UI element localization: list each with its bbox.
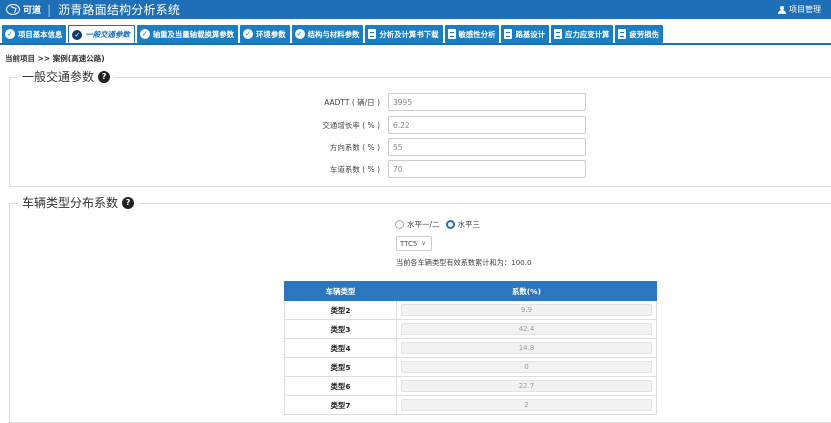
coefficient-input[interactable]: 42.4 [401, 323, 652, 335]
tab-label: 敏感性分析 [458, 29, 496, 39]
document-icon [618, 29, 627, 39]
document-icon [554, 29, 563, 39]
section-title-text: 车辆类型分布系数 [22, 196, 119, 210]
coefficient-input[interactable]: 14.8 [401, 342, 652, 354]
app-logo: 可道 [6, 3, 41, 16]
coefficient-cell: 22.7 [396, 376, 657, 396]
table-row: 类型3 42.4 [284, 319, 657, 339]
direction-factor-row: 方向系数 ( % ) [288, 138, 586, 156]
tab-label: 应力应变计算 [565, 29, 610, 39]
lane-factor-row: 车道系数 ( % ) [288, 160, 586, 178]
table-row: 类型7 2 [284, 395, 657, 415]
tab-sensitivity[interactable]: 敏感性分析 [444, 25, 500, 43]
table-row: 类型4 14.8 [284, 338, 657, 358]
coefficient-sum-text: 当前各车辆类型有效系数累计和为：100.0 [396, 258, 532, 267]
table-row: 类型2 9.9 [284, 300, 657, 320]
coefficient-input[interactable]: 0 [401, 361, 652, 373]
tab-subgrade[interactable]: 路基设计 [501, 25, 550, 43]
vehicle-type-cell: 类型4 [284, 338, 397, 358]
logo-mark-icon [6, 4, 20, 15]
vehicle-type-cell: 类型6 [284, 376, 397, 396]
document-icon [368, 29, 377, 39]
document-icon [504, 29, 513, 39]
vehicle-type-table: 车辆类型 系数(%) 类型2 9.9 类型3 42.4 类型4 14.8 类型5… [284, 281, 657, 415]
help-icon[interactable]: ? [98, 70, 111, 83]
tab-label: 结构与材料参数 [307, 29, 360, 39]
coefficient-cell: 14.8 [396, 338, 657, 358]
check-circle-icon: ✓ [139, 29, 150, 39]
check-circle-icon: ✓ [294, 29, 305, 39]
breadcrumb: 当前项目 >> 案例(高速公路) [5, 54, 105, 63]
section-title: 一般交通参数 ? [18, 68, 115, 85]
document-icon [447, 29, 456, 39]
column-coefficient: 系数(%) [396, 281, 657, 301]
ttc-select-value: TTC5 [400, 239, 418, 248]
user-icon [778, 5, 786, 14]
tab-stress-strain[interactable]: 应力应变计算 [551, 25, 614, 43]
tab-structure-material[interactable]: ✓ 结构与材料参数 [291, 25, 364, 43]
growth-rate-label: 交通增长率 ( % ) [322, 120, 380, 130]
tab-axle-load[interactable]: ✓ 轴重及当量轴载换算参数 [136, 25, 239, 43]
coefficient-cell: 9.9 [396, 300, 657, 320]
tab-label: 项目基本信息 [18, 29, 63, 39]
lane-factor-label: 车道系数 ( % ) [329, 164, 380, 174]
check-circle-icon: ✓ [243, 29, 254, 39]
direction-factor-label: 方向系数 ( % ) [329, 142, 380, 152]
logo-text: 可道 [23, 6, 42, 16]
check-circle-icon: ✓ [72, 29, 83, 40]
section-title: 车辆类型分布系数 ? [18, 194, 139, 211]
tab-label: 轴重及当量轴载换算参数 [152, 29, 235, 39]
project-manage-link[interactable]: 项目管理 [778, 4, 821, 15]
table-row: 类型5 0 [284, 357, 657, 377]
tab-project-info[interactable]: ✓ 项目基本信息 [2, 25, 67, 43]
aadtt-input[interactable] [388, 93, 586, 111]
tab-label: 分析及计算书下载 [379, 29, 439, 39]
project-manage-label: 项目管理 [789, 5, 821, 14]
direction-factor-input[interactable] [388, 138, 586, 156]
tab-environment[interactable]: ✓ 环境参数 [240, 25, 290, 43]
growth-rate-input[interactable] [388, 116, 586, 134]
growth-rate-row: 交通增长率 ( % ) [288, 116, 586, 134]
coefficient-cell: 42.4 [396, 319, 657, 339]
vehicle-type-cell: 类型3 [284, 319, 397, 339]
coefficient-cell: 2 [396, 395, 657, 415]
help-icon[interactable]: ? [122, 196, 135, 209]
tab-label: 一般交通参数 [85, 30, 130, 39]
tab-fatigue[interactable]: 疲劳损伤 [615, 25, 663, 43]
level-3-radio[interactable] [445, 220, 455, 229]
coefficient-cell: 0 [396, 357, 657, 377]
level-1-2-label: 水平一/二 [407, 220, 440, 229]
tab-label: 疲劳损伤 [629, 29, 659, 39]
vehicle-type-cell: 类型5 [284, 357, 397, 377]
chevron-down-icon: ∨ [421, 240, 426, 247]
level-1-2-radio[interactable] [395, 220, 404, 229]
title-separator: | [47, 2, 52, 17]
check-circle-icon: ✓ [5, 29, 15, 39]
step-tabs: ✓ 项目基本信息 ✓ 一般交通参数 ✓ 轴重及当量轴载换算参数 ✓ 环境参数 ✓ 结构与材… [0, 25, 831, 45]
tab-general-traffic[interactable]: ✓ 一般交通参数 [68, 25, 135, 43]
top-bar: 可道 | 沥青路面结构分析系统 项目管理 [0, 0, 831, 19]
tab-label: 路基设计 [515, 29, 546, 39]
section-title-text: 一般交通参数 [22, 70, 95, 84]
ttc-select[interactable]: TTC5 ∨ [396, 236, 432, 251]
tab-label: 环境参数 [256, 29, 286, 39]
level-radio-group: 水平一/二 水平三 [395, 219, 486, 230]
app-title: 沥青路面结构分析系统 [58, 3, 181, 17]
lane-factor-input[interactable] [388, 160, 586, 178]
tab-analysis-download[interactable]: 分析及计算书下载 [365, 25, 443, 43]
table-header-row: 车辆类型 系数(%) [284, 281, 657, 301]
column-vehicle-type: 车辆类型 [284, 281, 397, 301]
vehicle-type-cell: 类型2 [284, 300, 397, 320]
vehicle-type-cell: 类型7 [284, 395, 397, 415]
coefficient-input[interactable]: 2 [401, 399, 652, 411]
aadtt-row: AADTT ( 辆/日 ) [288, 93, 586, 111]
coefficient-input[interactable]: 9.9 [401, 304, 652, 316]
level-3-label: 水平三 [457, 220, 481, 229]
table-row: 类型6 22.7 [284, 376, 657, 396]
coefficient-input[interactable]: 22.7 [401, 380, 652, 392]
aadtt-label: AADTT ( 辆/日 ) [324, 97, 380, 107]
